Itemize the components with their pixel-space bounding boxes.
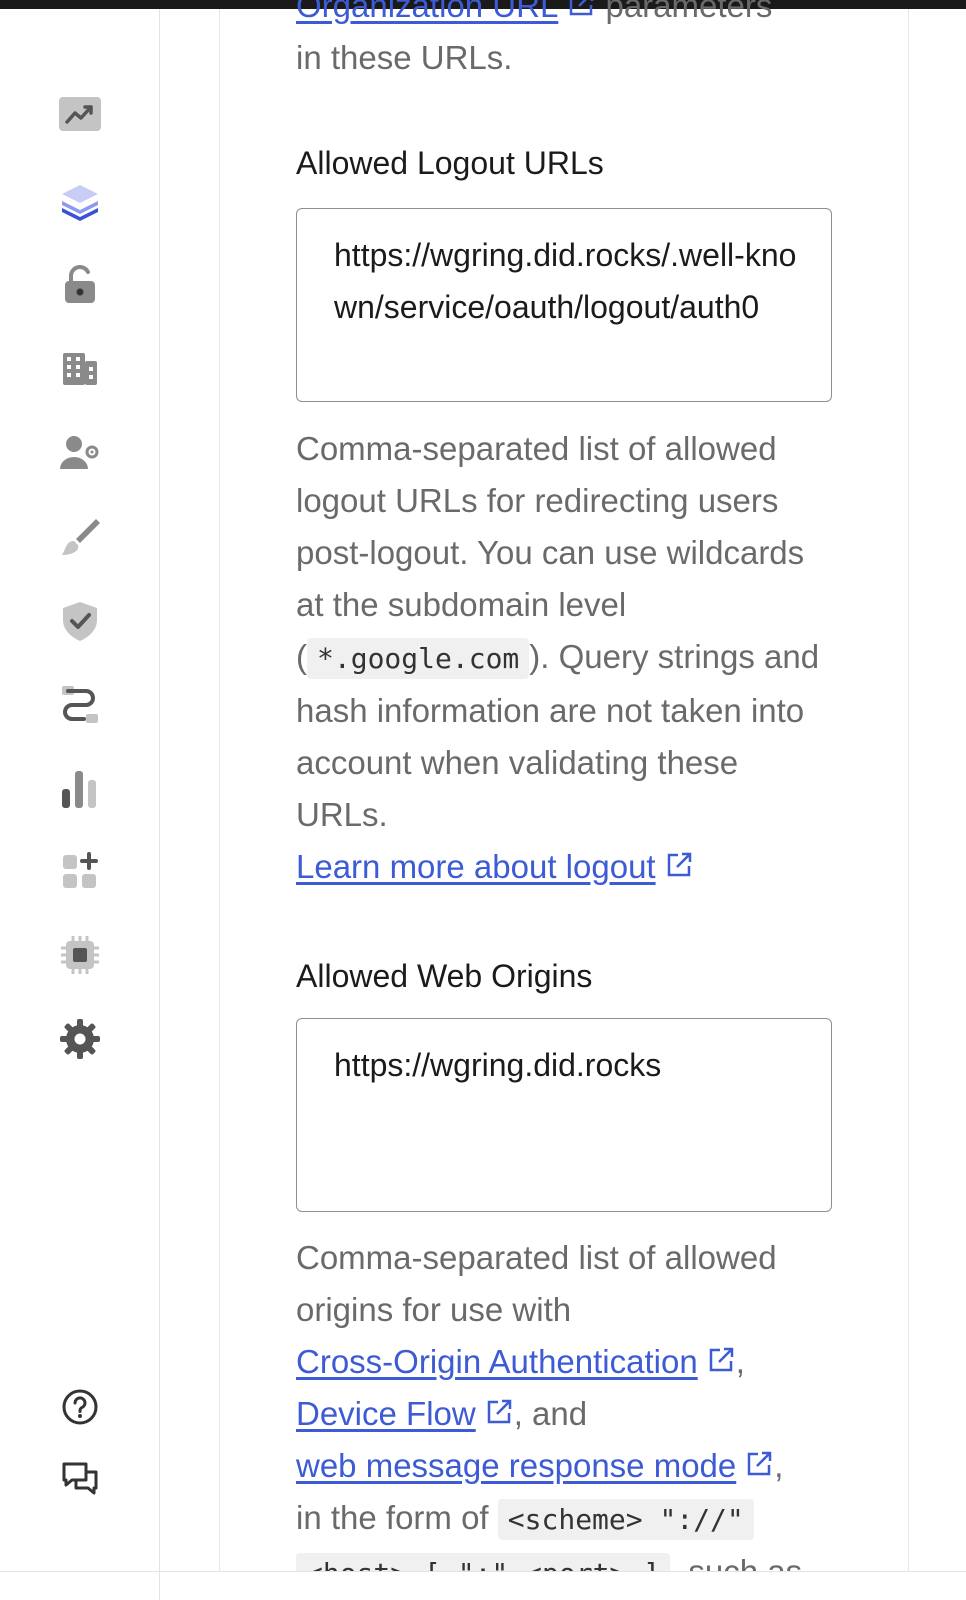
layers-icon bbox=[62, 185, 98, 221]
external-link-icon bbox=[558, 0, 596, 24]
external-link-icon bbox=[476, 1395, 514, 1432]
external-link-icon bbox=[698, 1343, 736, 1380]
sidebar-item-extensions[interactable] bbox=[58, 933, 102, 977]
external-link-icon bbox=[736, 1447, 774, 1484]
sidebar-item-authentication[interactable] bbox=[58, 263, 102, 307]
learn-more-logout-link[interactable]: Learn more about logout bbox=[296, 848, 656, 885]
previous-help-text: Organization URL parameters in these URL… bbox=[296, 0, 832, 84]
bottom-cover bbox=[219, 1572, 966, 1600]
sidebar bbox=[0, 9, 160, 1600]
organization-url-link[interactable]: Organization URL bbox=[296, 0, 558, 24]
flow-icon bbox=[62, 686, 98, 723]
chat-icon bbox=[62, 1462, 98, 1495]
user-settings-icon bbox=[60, 436, 99, 469]
wildcard-example-code: *.google.com bbox=[307, 638, 530, 679]
brush-icon bbox=[62, 519, 100, 555]
sidebar-item-applications[interactable] bbox=[58, 179, 102, 223]
logout-urls-label: Allowed Logout URLs bbox=[296, 145, 604, 181]
web-origins-value[interactable]: https://wgring.did.rocks bbox=[334, 1039, 804, 1091]
logout-urls-field[interactable]: https://wgring.did.rocks/.well-known/ser… bbox=[296, 208, 832, 402]
chip-icon bbox=[61, 936, 99, 974]
feedback-button[interactable] bbox=[58, 1457, 102, 1501]
sidebar-item-settings[interactable] bbox=[58, 1017, 102, 1061]
help-button[interactable] bbox=[58, 1385, 102, 1429]
building-icon bbox=[63, 353, 97, 385]
scheme-format-code: <scheme> "://" bbox=[497, 1499, 754, 1540]
web-origins-field[interactable]: https://wgring.did.rocks bbox=[296, 1018, 832, 1212]
sidebar-item-actions[interactable] bbox=[58, 683, 102, 727]
cross-origin-auth-link[interactable]: Cross-Origin Authentication bbox=[296, 1343, 698, 1380]
unlock-icon bbox=[65, 265, 95, 303]
shield-check-icon bbox=[63, 602, 97, 641]
sidebar-item-monitoring[interactable] bbox=[58, 767, 102, 811]
logout-urls-value[interactable]: https://wgring.did.rocks/.well-known/ser… bbox=[334, 229, 804, 333]
web-message-response-mode-link[interactable]: web message response mode bbox=[296, 1447, 736, 1484]
web-origins-help: Comma-separated list of allowed origins … bbox=[296, 1232, 832, 1600]
sidebar-item-organizations[interactable] bbox=[58, 347, 102, 391]
sidebar-item-security[interactable] bbox=[58, 599, 102, 643]
add-apps-icon bbox=[63, 852, 98, 888]
external-link-icon bbox=[656, 848, 694, 885]
trend-chart-icon bbox=[59, 97, 101, 131]
sidebar-item-marketplace[interactable] bbox=[58, 849, 102, 893]
sidebar-item-branding[interactable] bbox=[58, 515, 102, 559]
device-flow-link[interactable]: Device Flow bbox=[296, 1395, 476, 1432]
bar-chart-icon bbox=[62, 771, 96, 808]
bottom-divider bbox=[0, 1571, 966, 1572]
logout-urls-help: Comma-separated list of allowed logout U… bbox=[296, 430, 820, 885]
sidebar-item-user-management[interactable] bbox=[58, 431, 102, 475]
gear-icon bbox=[60, 1019, 100, 1059]
help-circle-icon bbox=[62, 1389, 98, 1425]
web-origins-label: Allowed Web Origins bbox=[296, 958, 593, 994]
sidebar-item-activity[interactable] bbox=[58, 93, 102, 137]
